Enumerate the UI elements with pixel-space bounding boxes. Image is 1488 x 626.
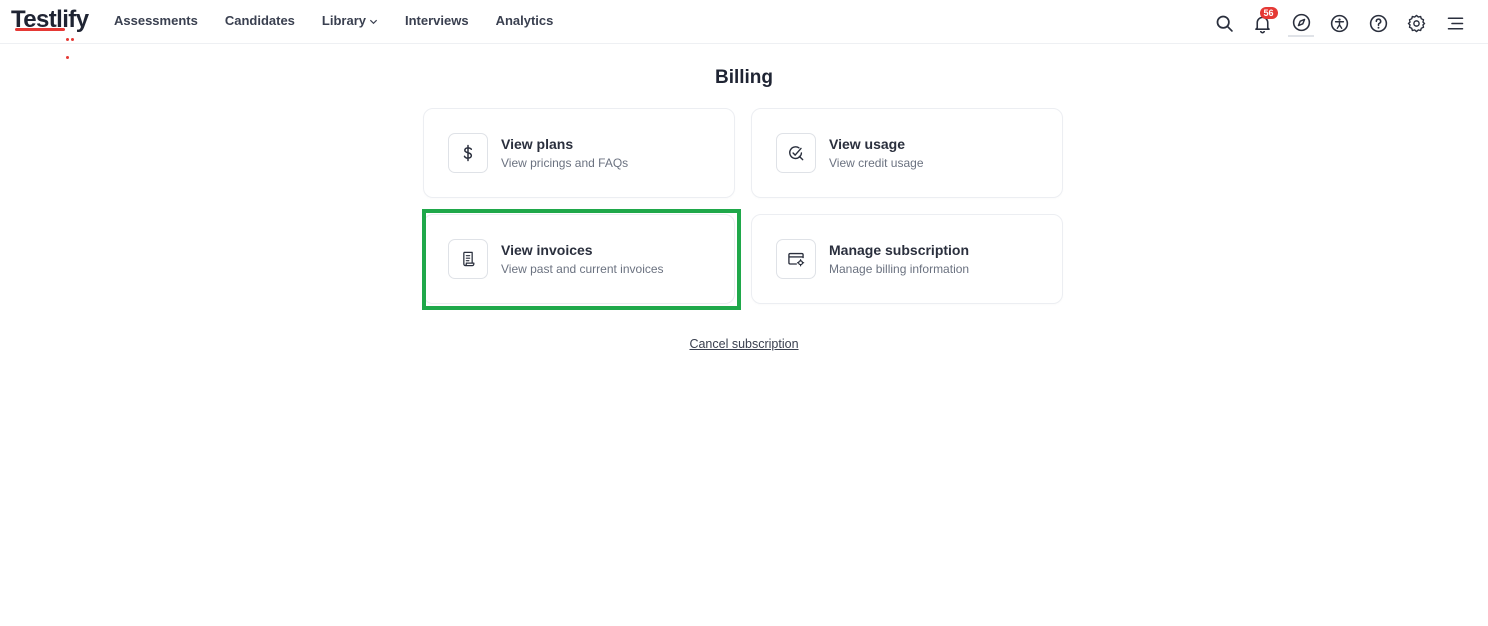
view-usage-icon-box bbox=[776, 133, 816, 173]
view-invoices-icon-box bbox=[448, 239, 488, 279]
menu-icon bbox=[1447, 16, 1463, 30]
view-invoices-title: View invoices bbox=[501, 242, 593, 258]
cancel-subscription-link[interactable]: Cancel subscription bbox=[0, 337, 1488, 351]
page-title: Billing bbox=[714, 67, 774, 88]
notification-count-badge: 56 bbox=[1259, 7, 1278, 19]
nav-library[interactable]: Library bbox=[322, 13, 378, 29]
view-usage-title: View usage bbox=[829, 136, 906, 152]
settings-button[interactable] bbox=[1404, 10, 1430, 36]
notifications-button[interactable]: 56 bbox=[1250, 7, 1278, 36]
view-usage-card[interactable]: View usage View credit usage bbox=[751, 108, 1063, 198]
chevron-down-icon bbox=[369, 19, 378, 24]
accessibility-icon bbox=[1330, 14, 1349, 32]
menu-button[interactable] bbox=[1442, 10, 1468, 36]
nav-candidates[interactable]: Candidates bbox=[225, 13, 295, 29]
gear-icon bbox=[1407, 14, 1426, 32]
logo-dots bbox=[66, 28, 80, 59]
manage-subscription-title: Manage subscription bbox=[829, 242, 970, 258]
search-button[interactable] bbox=[1211, 10, 1237, 36]
card-settings-icon bbox=[788, 252, 805, 267]
nav-assessments[interactable]: Assessments bbox=[114, 13, 198, 29]
accessibility-button[interactable] bbox=[1327, 10, 1353, 36]
view-invoices-subtitle: View past and current invoices bbox=[501, 262, 664, 276]
explore-button[interactable] bbox=[1288, 9, 1314, 37]
manage-subscription-subtitle: Manage billing information bbox=[829, 262, 970, 276]
nav-analytics-label: Analytics bbox=[495, 13, 554, 28]
manage-subscription-card[interactable]: Manage subscription Manage billing infor… bbox=[751, 214, 1063, 304]
view-invoices-card[interactable]: View invoices View past and current invo… bbox=[423, 214, 735, 304]
help-button[interactable] bbox=[1365, 10, 1391, 36]
manage-subscription-icon-box bbox=[776, 239, 816, 279]
view-plans-title: View plans bbox=[501, 136, 574, 152]
toolbar-icons: 56 bbox=[1199, 7, 1469, 37]
main-nav: Assessments Candidates Library Interview… bbox=[114, 13, 580, 29]
nav-analytics[interactable]: Analytics bbox=[496, 13, 554, 29]
dollar-icon bbox=[463, 144, 473, 162]
help-icon bbox=[1369, 14, 1387, 32]
view-plans-card[interactable]: View plans View pricings and FAQs bbox=[423, 108, 735, 198]
invoice-icon bbox=[463, 251, 475, 267]
nav-assessments-label: Assessments bbox=[114, 13, 198, 28]
view-plans-icon-box bbox=[448, 133, 488, 173]
nav-interviews-label: Interviews bbox=[404, 13, 469, 28]
logo-underline bbox=[15, 28, 65, 31]
view-usage-subtitle: View credit usage bbox=[829, 156, 924, 170]
nav-library-label: Library bbox=[321, 13, 366, 28]
compass-icon bbox=[1292, 13, 1310, 31]
top-navigation-bar: Testlify Assessments Candidates Library … bbox=[0, 0, 1488, 59]
usage-icon bbox=[789, 146, 804, 161]
nav-candidates-label: Candidates bbox=[224, 13, 295, 28]
search-icon bbox=[1216, 15, 1233, 32]
nav-interviews[interactable]: Interviews bbox=[405, 13, 469, 29]
view-plans-subtitle: View pricings and FAQs bbox=[501, 156, 629, 170]
